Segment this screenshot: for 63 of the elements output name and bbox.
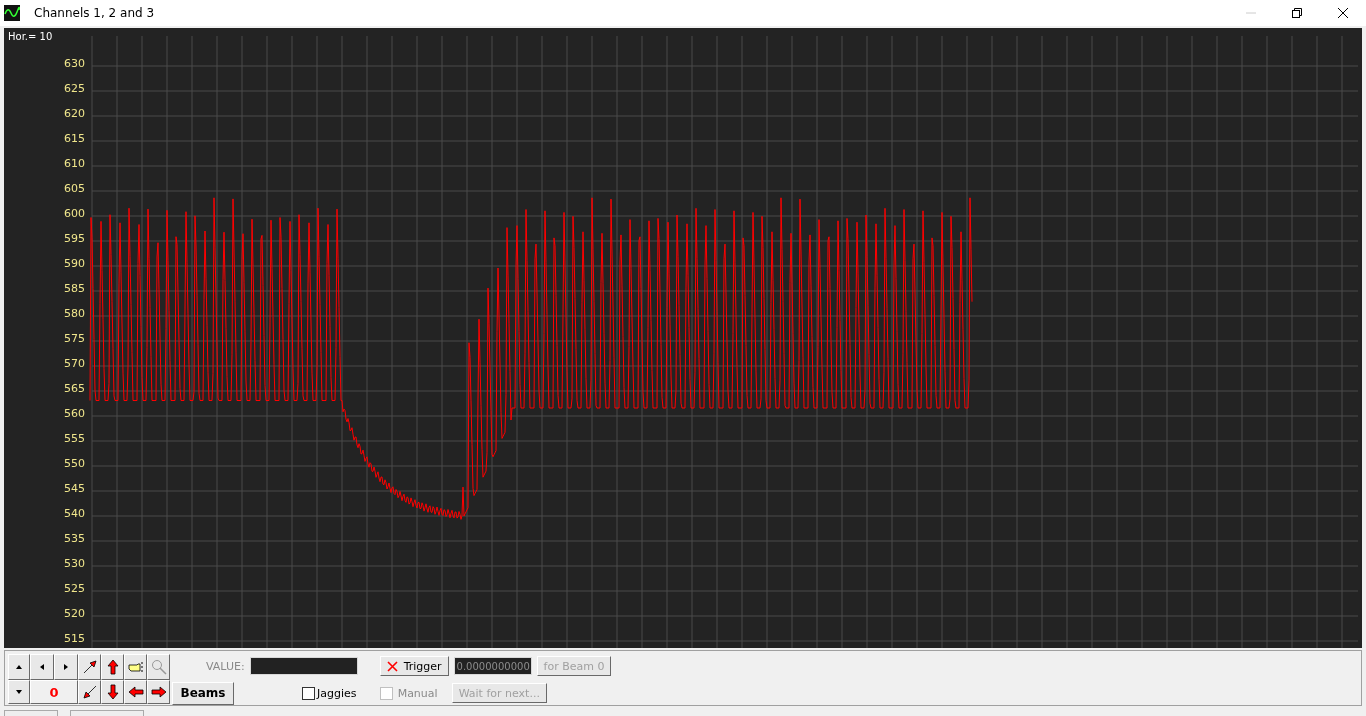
up-arrow-icon bbox=[104, 659, 121, 675]
axis-label: 570 bbox=[64, 357, 85, 370]
jaggies-checkbox[interactable] bbox=[302, 686, 315, 700]
pointer-button[interactable] bbox=[124, 654, 147, 680]
axis-label: 550 bbox=[64, 457, 85, 470]
caret-up-icon bbox=[16, 665, 22, 669]
scroll-down-button[interactable] bbox=[8, 680, 30, 704]
scroll-up-button[interactable] bbox=[8, 654, 30, 680]
restore-icon bbox=[1292, 8, 1302, 18]
arrow-button[interactable] bbox=[78, 654, 101, 680]
arrow-button[interactable] bbox=[124, 680, 147, 704]
arrow-button[interactable] bbox=[78, 680, 101, 704]
scroll-left-button[interactable] bbox=[30, 654, 54, 680]
scale-label: Hor.= 10 bbox=[8, 31, 53, 42]
axis-label: 590 bbox=[64, 257, 85, 270]
value-field[interactable] bbox=[249, 657, 358, 675]
position-value: 0 bbox=[30, 680, 78, 704]
axis-label: 560 bbox=[64, 407, 85, 420]
axis-label: 535 bbox=[64, 532, 85, 545]
trigger-field[interactable]: 0.0000000000 bbox=[453, 657, 532, 675]
axis-label: 605 bbox=[64, 182, 85, 195]
arrow-button[interactable] bbox=[101, 654, 124, 680]
arrow-button[interactable] bbox=[101, 680, 124, 704]
caret-down-icon bbox=[16, 690, 22, 694]
axis-label: 520 bbox=[64, 607, 85, 620]
diagonal-arrow-icon bbox=[81, 684, 98, 700]
caret-right-icon bbox=[64, 664, 68, 670]
close-x-icon bbox=[386, 660, 398, 672]
app-icon bbox=[4, 5, 20, 21]
diagonal-arrow-icon bbox=[81, 659, 98, 675]
jaggies-label: Jaggies bbox=[317, 686, 357, 700]
axis-label: 545 bbox=[64, 482, 85, 495]
axis-label: 525 bbox=[64, 582, 85, 595]
axis-label: 600 bbox=[64, 207, 85, 220]
zoom-button[interactable] bbox=[147, 654, 170, 680]
hand-icon bbox=[127, 659, 144, 675]
manual-label: Manual bbox=[397, 686, 438, 700]
close-icon bbox=[1338, 8, 1348, 18]
axis-label: 540 bbox=[64, 507, 85, 520]
axis-label: 625 bbox=[64, 82, 85, 95]
axis-label: 630 bbox=[64, 57, 85, 70]
left-arrow-icon bbox=[127, 684, 144, 700]
axis-label: 595 bbox=[64, 232, 85, 245]
trigger-button[interactable]: Trigger bbox=[379, 656, 449, 676]
axis-label: 585 bbox=[64, 282, 85, 295]
magnifier-icon bbox=[150, 659, 167, 675]
axis-label: 515 bbox=[64, 632, 85, 645]
down-arrow-icon bbox=[104, 684, 121, 700]
beams-button[interactable]: Beams bbox=[172, 681, 234, 705]
value-label: VALUE: bbox=[206, 659, 245, 673]
axis-label: 610 bbox=[64, 157, 85, 170]
caret-left-icon bbox=[40, 664, 44, 670]
arrow-button[interactable] bbox=[147, 680, 170, 704]
axis-label: 530 bbox=[64, 557, 85, 570]
window-title: Channels 1, 2 and 3 bbox=[34, 6, 156, 20]
axis-label: 565 bbox=[64, 382, 85, 395]
scroll-right-button[interactable] bbox=[54, 654, 78, 680]
axis-label: 580 bbox=[64, 307, 85, 320]
axis-label: 555 bbox=[64, 432, 85, 445]
axis-label: 575 bbox=[64, 332, 85, 345]
right-arrow-icon bbox=[150, 684, 167, 700]
axis-label: 615 bbox=[64, 132, 85, 145]
axis-label: 620 bbox=[64, 107, 85, 120]
